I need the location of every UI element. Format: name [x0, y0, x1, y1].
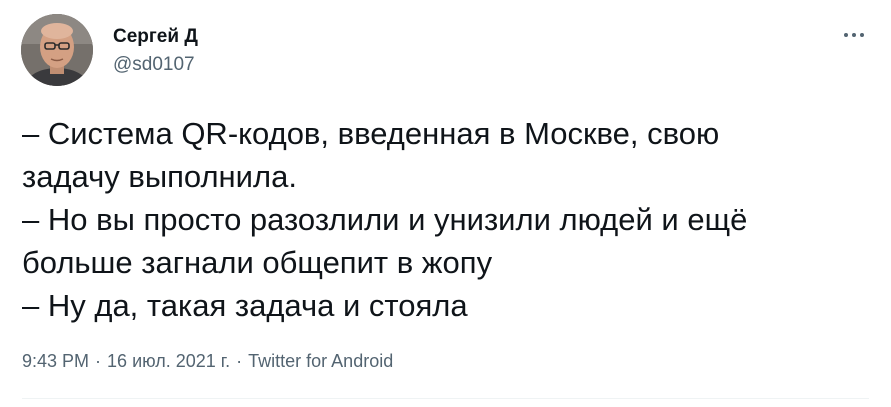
more-horizontal-icon — [844, 33, 848, 37]
tweet-text-line: задачу выполнила. — [22, 159, 297, 194]
avatar[interactable] — [21, 14, 93, 86]
tweet-date-link[interactable]: 16 июл. 2021 г. — [107, 351, 230, 371]
divider — [22, 398, 869, 399]
tweet-text-line: – Но вы просто разозлили и унизили людей… — [22, 202, 748, 237]
meta-separator: · — [236, 351, 243, 371]
more-options-button[interactable] — [837, 24, 871, 46]
display-name[interactable]: Сергей Д — [113, 26, 198, 48]
tweet-author: Сергей Д @sd0107 — [113, 26, 198, 76]
user-handle[interactable]: @sd0107 — [113, 54, 198, 76]
tweet-text-line: – Система QR-кодов, введенная в Москве, … — [22, 116, 720, 151]
tweet-text: – Система QR-кодов, введенная в Москве, … — [22, 112, 872, 327]
tweet-metadata: 9:43 PM · 16 июл. 2021 г. · Twitter for Andr… — [22, 349, 393, 373]
more-horizontal-icon — [852, 33, 856, 37]
tweet-card: Сергей Д @sd0107 – Система QR-кодов, вве… — [0, 0, 891, 407]
more-horizontal-icon — [860, 33, 864, 37]
tweet-source-link[interactable]: Twitter for Android — [248, 351, 393, 371]
tweet-time-link[interactable]: 9:43 PM — [22, 351, 89, 371]
tweet-text-line: больше загнали общепит в жопу — [22, 245, 493, 280]
tweet-text-line: – Ну да, такая задача и стояла — [22, 288, 468, 323]
avatar-photo — [21, 14, 93, 86]
meta-separator: · — [95, 351, 102, 371]
